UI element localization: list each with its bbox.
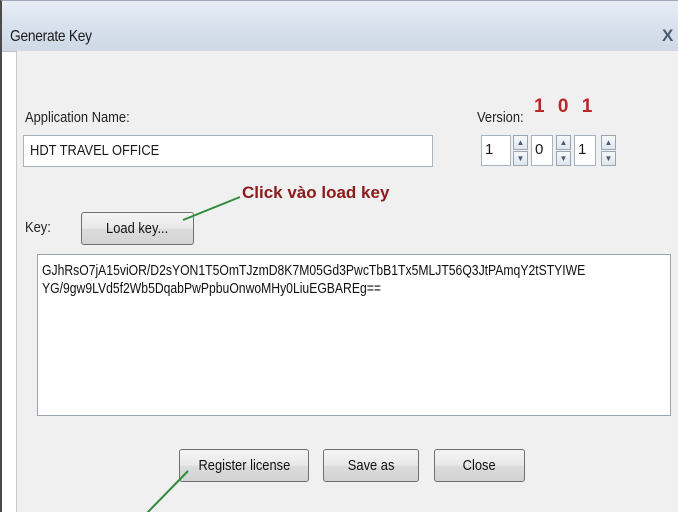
version-label: Version: — [477, 109, 524, 126]
register-license-label: Register license — [198, 457, 290, 474]
application-name-input[interactable]: HDT TRAVEL OFFICE — [23, 135, 433, 167]
spin-down-icon[interactable]: ▼ — [556, 151, 571, 166]
spin-down-icon[interactable]: ▼ — [513, 151, 528, 166]
application-name-label: Application Name: — [25, 109, 130, 126]
spin-up-icon[interactable]: ▲ — [556, 135, 571, 150]
version-minor-value: 0 — [535, 141, 544, 158]
generate-key-dialog: Generate Key X Application Name: HDT TRA… — [0, 0, 678, 512]
save-as-label: Save as — [347, 457, 395, 474]
version-minor-spinner[interactable]: ▲ ▼ — [556, 135, 571, 166]
version-build-input[interactable]: 1 — [574, 135, 596, 166]
version-annotation: 1 0 1 — [534, 96, 597, 117]
version-build-spinner[interactable]: ▲ ▼ — [601, 135, 616, 166]
dialog-body: Application Name: HDT TRAVEL OFFICE Vers… — [16, 51, 678, 512]
title-bar: Generate Key X — [2, 1, 678, 52]
version-build-value: 1 — [578, 141, 587, 158]
version-major-input[interactable]: 1 — [481, 135, 511, 166]
key-value: GJhRsO7jA15viOR/D2sYON1T5OmTJzmD8K7M05Gd… — [42, 263, 586, 297]
version-major-value: 1 — [485, 141, 494, 158]
application-name-value: HDT TRAVEL OFFICE — [30, 142, 160, 159]
click-annotation: Click vào load key — [242, 183, 390, 202]
close-label: Close — [462, 457, 496, 474]
window-title: Generate Key — [10, 28, 92, 45]
register-license-button[interactable]: Register license — [179, 449, 309, 482]
close-button[interactable]: Close — [434, 449, 525, 482]
save-as-button[interactable]: Save as — [323, 449, 419, 482]
version-minor-input[interactable]: 0 — [531, 135, 553, 166]
key-textarea[interactable]: GJhRsO7jA15viOR/D2sYON1T5OmTJzmD8K7M05Gd… — [37, 254, 671, 416]
close-icon[interactable]: X — [662, 26, 678, 46]
key-label: Key: — [25, 219, 51, 236]
spin-down-icon[interactable]: ▼ — [601, 151, 616, 166]
load-key-button[interactable]: Load key... — [81, 212, 194, 245]
version-major-spinner[interactable]: ▲ ▼ — [513, 135, 528, 166]
spin-up-icon[interactable]: ▲ — [601, 135, 616, 150]
load-key-button-label: Load key... — [106, 220, 169, 237]
spin-up-icon[interactable]: ▲ — [513, 135, 528, 150]
